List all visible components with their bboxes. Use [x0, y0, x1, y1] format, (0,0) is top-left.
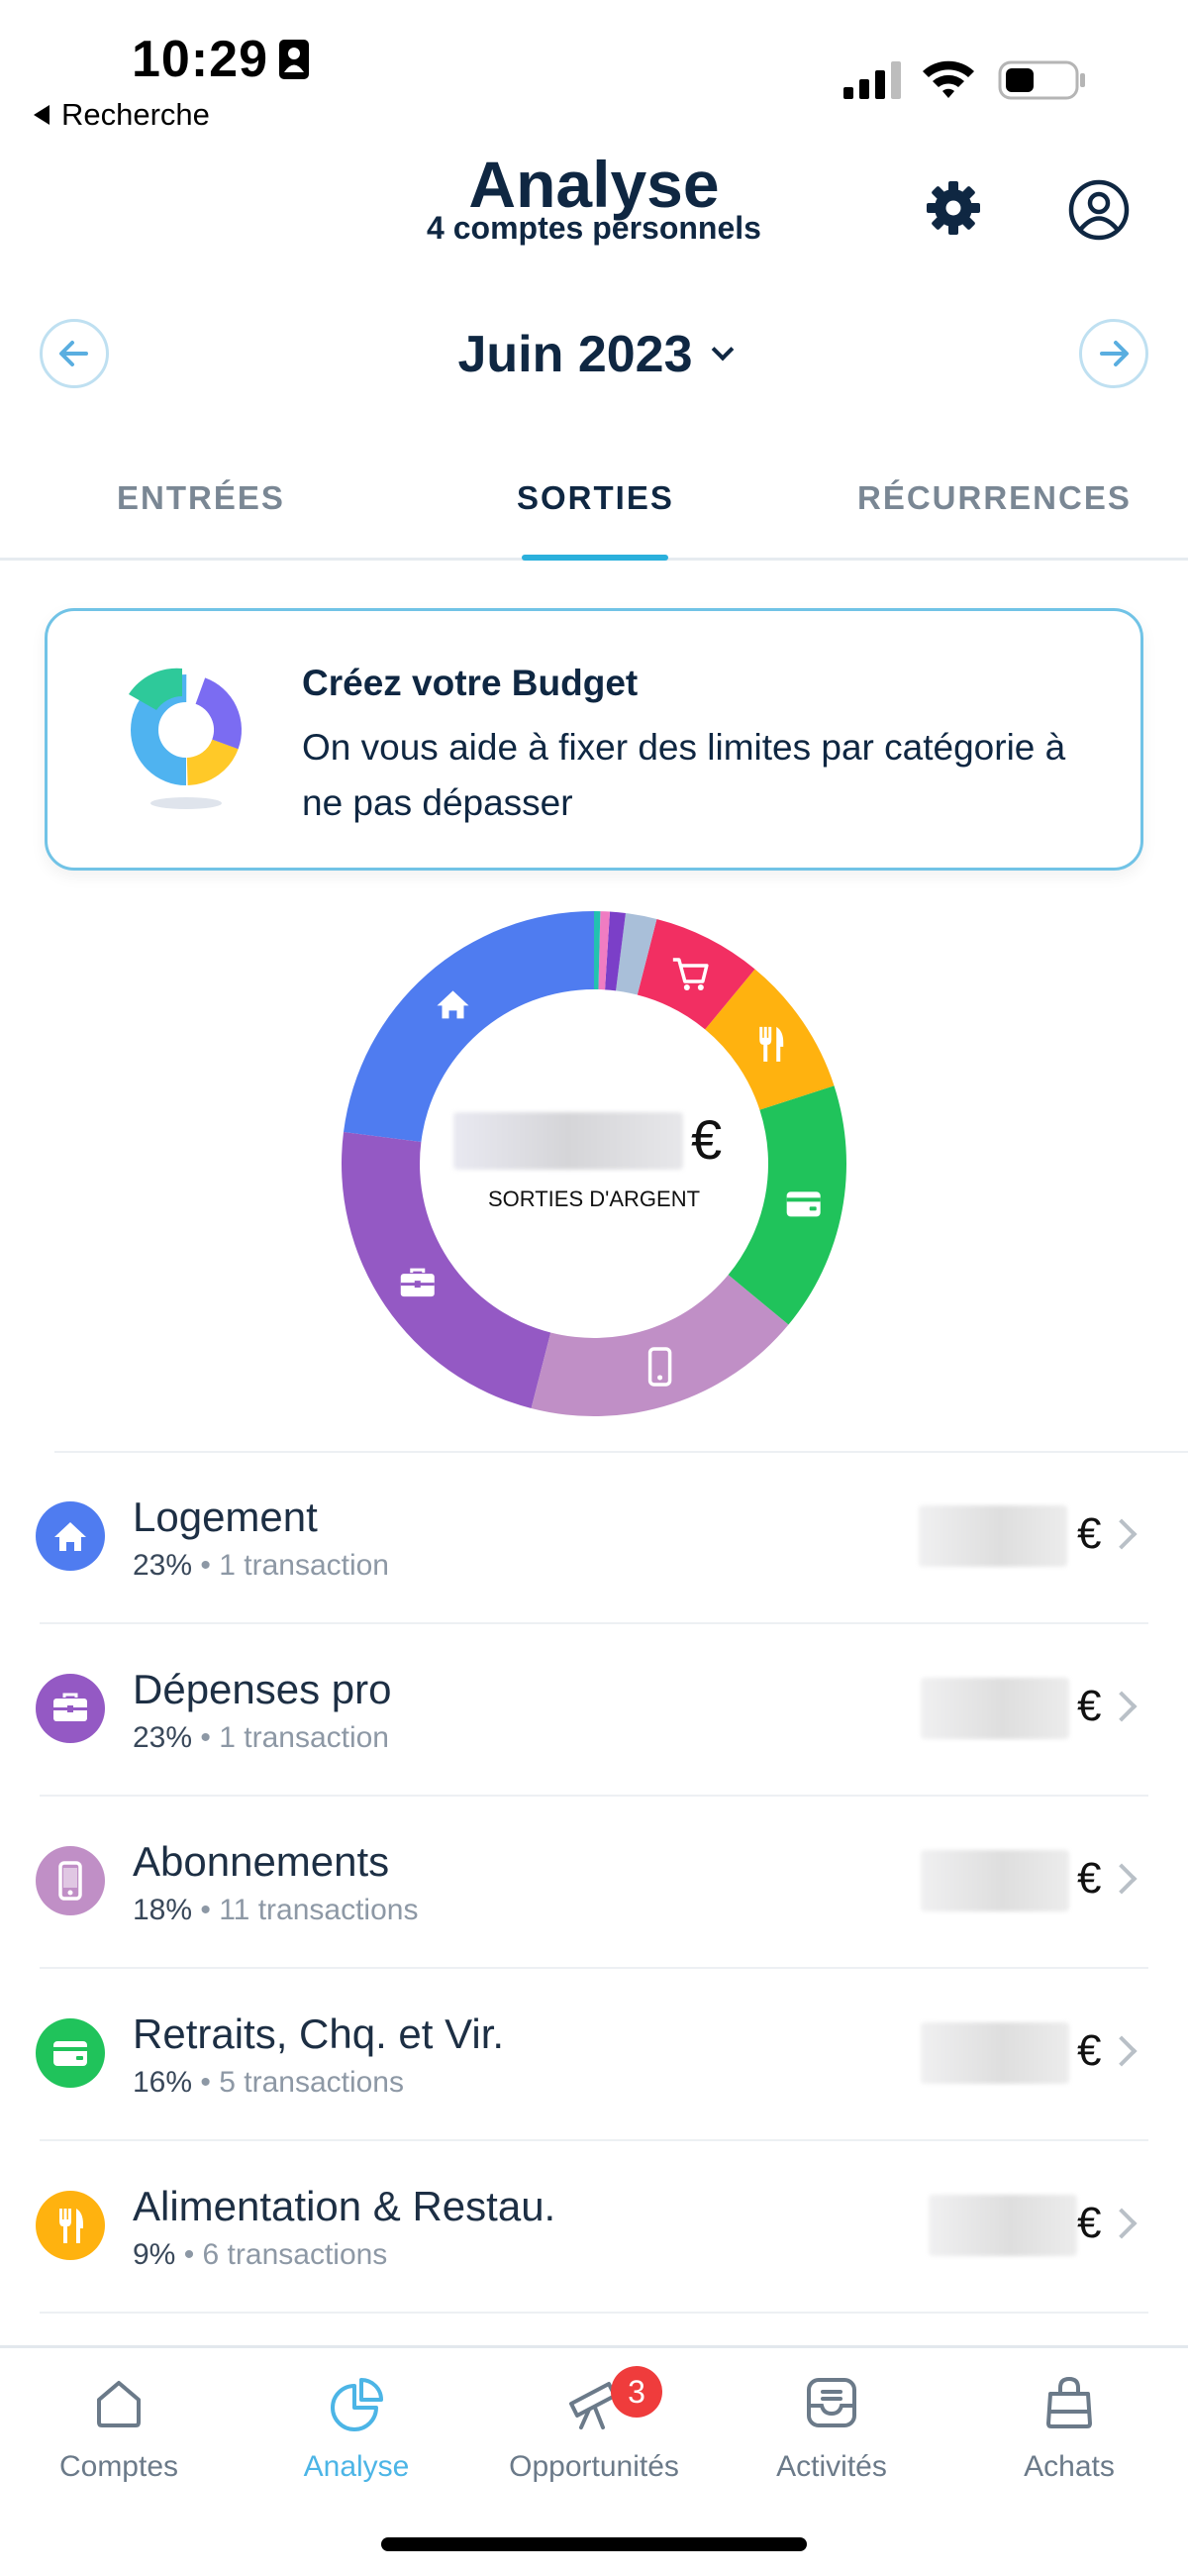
arrow-right-icon — [1100, 341, 1129, 366]
briefcase-icon — [36, 1674, 105, 1743]
category-transactions: • 6 transactions — [183, 2238, 388, 2271]
chevron-right-icon — [1106, 1518, 1138, 1550]
pie-outline-icon — [331, 2378, 383, 2431]
category-name: Retraits, Chq. et Vir. — [133, 2010, 505, 2057]
nav-label: Opportunités — [509, 2450, 679, 2483]
wifi-icon — [923, 60, 974, 98]
tab-sorties[interactable]: SORTIES — [517, 479, 674, 517]
nav-label: Activités — [776, 2450, 887, 2483]
amount-blurred — [921, 1850, 1069, 1911]
house-outline-icon — [97, 2381, 141, 2427]
nav-achats[interactable]: Achats — [950, 2368, 1188, 2484]
nav-activites[interactable]: Activités — [713, 2368, 950, 2484]
nav-label: Analyse — [303, 2450, 410, 2483]
back-link-label: Recherche — [61, 97, 210, 132]
category-meta: 23% • 1 transaction — [133, 1549, 389, 1583]
status-bar: 10:29 Recherche — [0, 0, 1188, 139]
month-label: Juin 2023 — [457, 326, 693, 383]
page-subtitle: 4 comptes personnels — [427, 210, 761, 246]
category-row-depenses-pro[interactable]: Dépenses pro 23% • 1 transaction € — [0, 1624, 1188, 1797]
phone-icon — [36, 1846, 105, 1915]
next-month-button[interactable] — [1079, 319, 1148, 388]
chevron-right-icon — [1106, 2208, 1138, 2239]
category-name: Alimentation & Restau. — [133, 2183, 556, 2229]
nav-analyse[interactable]: Analyse — [238, 2368, 475, 2484]
donut-segment[interactable] — [531, 1275, 789, 1416]
category-row-logement[interactable]: Logement 23% • 1 transaction € — [0, 1452, 1188, 1624]
chevron-right-icon — [1106, 2035, 1138, 2067]
category-transactions: • 1 transaction — [200, 1721, 389, 1754]
chevron-down-icon — [711, 338, 734, 361]
briefcase-icon — [400, 1268, 435, 1297]
donut-segment[interactable] — [344, 911, 594, 1142]
category-meta: 18% • 11 transactions — [133, 1894, 418, 1927]
cellular-signal-icon — [843, 61, 901, 99]
chevron-right-icon — [1106, 1691, 1138, 1722]
category-percent: 23% — [133, 1721, 193, 1754]
nav-opportunites[interactable]: 3 Opportunités — [475, 2366, 713, 2484]
budget-card-title: Créez votre Budget — [302, 663, 639, 703]
category-meta: 16% • 5 transactions — [133, 2066, 404, 2100]
chevron-right-icon — [1106, 1863, 1138, 1895]
category-row-abonnements[interactable]: Abonnements 18% • 11 transactions € — [0, 1797, 1188, 1969]
category-name: Logement — [133, 1494, 318, 1540]
currency-symbol: € — [1077, 1509, 1102, 1558]
total-currency: € — [691, 1108, 723, 1171]
currency-symbol: € — [1077, 1854, 1102, 1903]
category-transactions: • 5 transactions — [200, 2066, 404, 2099]
category-name: Abonnements — [133, 1838, 390, 1885]
category-name: Dépenses pro — [133, 1666, 392, 1712]
tab-recurrences[interactable]: RÉCURRENCES — [857, 479, 1132, 517]
category-row-alimentation[interactable]: Alimentation & Restau. 9% • 6 transactio… — [0, 2141, 1188, 2314]
nav-label: Achats — [1024, 2450, 1115, 2483]
cutlery-icon — [36, 2191, 105, 2260]
notification-badge: 3 — [611, 2366, 662, 2418]
amount-blurred — [929, 2195, 1077, 2256]
currency-symbol: € — [1077, 2026, 1102, 2075]
budget-card-text: On vous aide à fixer des limites par cat… — [302, 727, 1066, 823]
category-percent: 9% — [133, 2238, 176, 2271]
category-transactions: • 11 transactions — [200, 1894, 419, 1926]
id-card-icon — [279, 40, 309, 79]
total-amount-blurred — [453, 1112, 683, 1170]
category-percent: 18% — [133, 1894, 193, 1926]
clock: 10:29 — [132, 31, 268, 88]
home-icon — [36, 1501, 105, 1571]
tab-bar: ENTRÉES SORTIES RÉCURRENCES — [0, 465, 1188, 561]
budget-pie-icon — [129, 668, 242, 809]
back-arrow-icon — [34, 104, 50, 125]
bag-icon — [1046, 2376, 1092, 2428]
tab-entrees[interactable]: ENTRÉES — [117, 479, 285, 517]
month-selector[interactable]: Juin 2023 — [0, 325, 1188, 384]
row-divider — [40, 2312, 1148, 2314]
create-budget-card[interactable]: Créez votre Budget On vous aide à fixer … — [45, 608, 1143, 871]
donut-segment[interactable] — [342, 1132, 551, 1408]
battery-icon — [998, 60, 1085, 100]
card-icon — [36, 2018, 105, 2088]
currency-symbol: € — [1077, 2199, 1102, 2247]
active-tab-indicator — [522, 555, 668, 561]
amount-blurred — [921, 1678, 1069, 1739]
category-meta: 23% • 1 transaction — [133, 1721, 389, 1755]
gear-icon[interactable] — [924, 178, 983, 238]
amount-blurred — [919, 1505, 1067, 1567]
back-to-search-link[interactable]: Recherche — [34, 97, 210, 133]
profile-icon[interactable] — [1067, 178, 1131, 242]
donut-center-label: SORTIES D'ARGENT — [487, 1186, 701, 1211]
category-row-retraits[interactable]: Retraits, Chq. et Vir. 16% • 5 transacti… — [0, 1969, 1188, 2141]
nav-comptes[interactable]: Comptes — [0, 2368, 238, 2484]
home-indicator — [381, 2537, 807, 2551]
nav-label: Comptes — [58, 2450, 179, 2483]
category-percent: 23% — [133, 1549, 193, 1582]
currency-symbol: € — [1077, 1682, 1102, 1730]
category-percent: 16% — [133, 2066, 193, 2099]
amount-blurred — [921, 2022, 1069, 2084]
category-meta: 9% • 6 transactions — [133, 2238, 387, 2272]
inbox-icon — [807, 2378, 856, 2427]
category-transactions: • 1 transaction — [200, 1549, 389, 1582]
